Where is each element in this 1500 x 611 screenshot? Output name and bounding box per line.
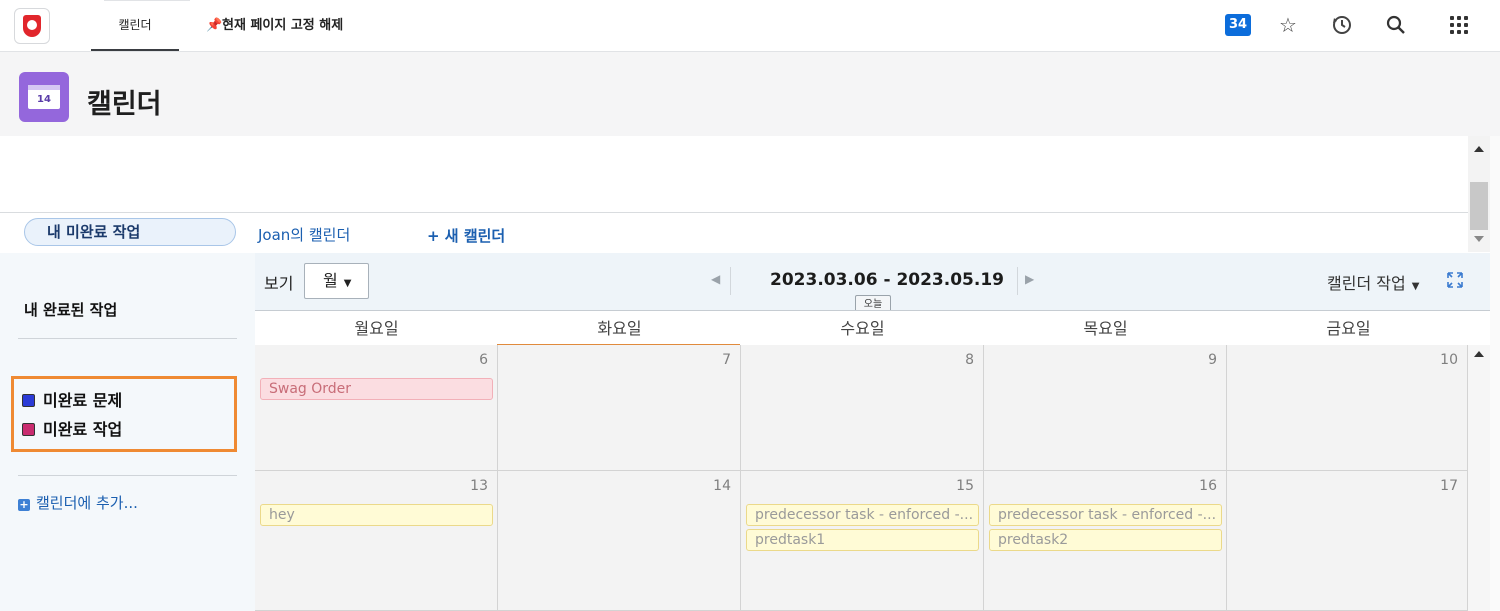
content-panel (0, 136, 1468, 213)
date-range-label: 2023.03.06 - 2023.05.19 (770, 270, 1004, 290)
view-select[interactable]: 월 ▼ (304, 263, 369, 299)
unpin-page-button[interactable]: 📌현재 페이지 고정 해제 (206, 0, 343, 51)
day-cell[interactable]: 10 (1227, 345, 1468, 471)
day-cell[interactable]: 7 (498, 345, 741, 471)
page-title: 캘린더 (87, 89, 162, 120)
day-number: 16 (1199, 478, 1217, 494)
day-number: 8 (965, 352, 974, 368)
view-select-value: 월 (323, 271, 338, 290)
day-number: 7 (722, 352, 731, 368)
day-number: 10 (1440, 352, 1458, 368)
day-number: 14 (713, 478, 731, 494)
tab-my-incomplete-work[interactable]: 내 미완료 작업 (24, 218, 236, 246)
unpin-label: 현재 페이지 고정 해제 (222, 18, 344, 33)
day-cell[interactable]: 6 Swag Order (255, 345, 498, 471)
add-to-calendar-link[interactable]: + 캘린더에 추가... (18, 492, 138, 513)
search-icon[interactable] (1384, 13, 1408, 37)
caret-down-icon: ▼ (343, 278, 352, 289)
calendar-day-icon: 14 (28, 85, 60, 109)
legend-label: 미완료 문제 (43, 391, 123, 410)
add-calendar-label: 캘린더에 추가... (36, 494, 138, 512)
day-header: 수요일 (840, 319, 885, 338)
shield-logo-icon (23, 15, 41, 37)
legend-item-tasks[interactable]: 미완료 작업 (22, 416, 122, 440)
day-cell[interactable]: 14 (498, 471, 741, 611)
calendar-event[interactable]: predecessor task - enforced -... (746, 504, 979, 526)
day-cell[interactable]: 9 (984, 345, 1227, 471)
tab-calendar[interactable]: 캘린더 (91, 0, 179, 51)
legend-item-issues[interactable]: 미완료 문제 (22, 387, 122, 411)
calendar-actions-label: 캘린더 작업 (1327, 274, 1406, 293)
day-cell[interactable]: 13 hey (255, 471, 498, 611)
page-scrollbar[interactable] (1468, 136, 1490, 252)
expand-icon[interactable] (1447, 272, 1463, 288)
legend-label: 미완료 작업 (43, 420, 123, 439)
day-cell[interactable]: 8 (741, 345, 984, 471)
day-cell[interactable]: 15 predecessor task - enforced -... pred… (741, 471, 984, 611)
new-calendar-link[interactable]: + 새 캘린더 (427, 225, 505, 246)
calendar-event[interactable]: predtask2 (989, 529, 1222, 551)
day-header: 월요일 (354, 319, 399, 338)
divider (1017, 267, 1018, 295)
tab-joan-calendar[interactable]: Joan의 캘린더 (258, 224, 350, 245)
calendar-grid: 6 Swag Order 7 8 9 10 13 hey 14 15 prede… (255, 345, 1468, 611)
calendar-event[interactable]: predecessor task - enforced -... (989, 504, 1222, 526)
legend-swatch-tasks (22, 423, 35, 436)
day-cell[interactable]: 16 predecessor task - enforced -... pred… (984, 471, 1227, 611)
legend-highlight-box: 미완료 문제 미완료 작업 (11, 376, 237, 452)
caret-down-icon: ▼ (1411, 281, 1420, 292)
history-icon[interactable] (1330, 13, 1354, 37)
notification-count-badge[interactable]: 34 (1225, 14, 1251, 36)
next-range-button[interactable]: ▶ (1025, 272, 1034, 286)
legend-swatch-issues (22, 394, 35, 407)
day-number: 13 (470, 478, 488, 494)
calendar-event[interactable]: predtask1 (746, 529, 979, 551)
calendar-actions-menu[interactable]: 캘린더 작업 ▼ (1327, 270, 1419, 294)
prev-range-button[interactable]: ◀ (711, 272, 720, 286)
plus-icon: + (18, 498, 30, 511)
day-header: 화요일 (597, 319, 642, 338)
page-header (0, 52, 1500, 136)
divider (18, 475, 237, 476)
divider (18, 338, 237, 339)
star-icon[interactable]: ☆ (1276, 13, 1300, 37)
view-label: 보기 (264, 274, 294, 293)
calendar-event[interactable]: hey (260, 504, 493, 526)
pin-icon: 📌 (206, 18, 223, 33)
calendar-event[interactable]: Swag Order (260, 378, 493, 400)
divider (730, 267, 731, 295)
day-header: 금요일 (1326, 319, 1371, 338)
calendar-day-header: 월요일 화요일 수요일 목요일 금요일 (255, 310, 1490, 347)
calendar-scrollbar[interactable] (1468, 345, 1490, 611)
app-logo[interactable] (14, 8, 50, 44)
day-number: 17 (1440, 478, 1458, 494)
calendar-app-icon: 14 (19, 72, 69, 122)
day-header: 목요일 (1083, 319, 1128, 338)
day-number: 6 (479, 352, 488, 368)
day-number: 15 (956, 478, 974, 494)
day-cell[interactable]: 17 (1227, 471, 1468, 611)
day-number: 9 (1208, 352, 1217, 368)
sidebar-title: 내 완료된 작업 (24, 301, 118, 319)
right-edge (1490, 136, 1500, 611)
apps-grid-icon[interactable] (1447, 13, 1471, 37)
